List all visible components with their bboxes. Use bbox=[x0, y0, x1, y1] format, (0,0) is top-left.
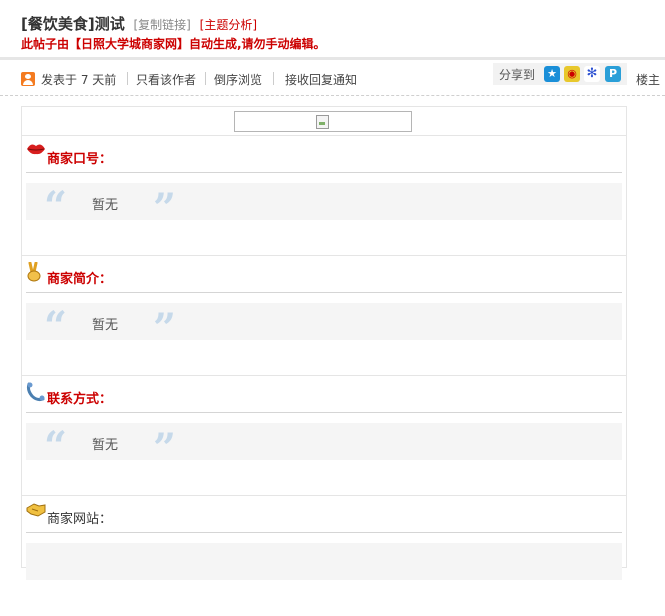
close-quote-icon: ” bbox=[153, 185, 177, 232]
section-rule bbox=[26, 412, 622, 413]
quote-text: 暂无 bbox=[92, 438, 119, 453]
copy-link[interactable]: [复制链接] bbox=[134, 18, 191, 32]
weibo-share-icon[interactable]: ◉ bbox=[564, 66, 580, 82]
floor-label: 楼主 bbox=[636, 73, 661, 87]
close-quote-icon: ” bbox=[153, 305, 177, 352]
section-rule bbox=[26, 172, 622, 173]
baidu-share-icon[interactable]: ✻ bbox=[584, 66, 600, 82]
open-quote-icon: “ bbox=[44, 183, 68, 230]
post-header: [餐饮美食]测试 [复制链接] [主题分析] 此帖子由【日照大学城商家网】自动生… bbox=[0, 0, 665, 57]
post-body: 商家口号： “ 暂无 ” 商家简介： “ 暂无 ” 联系方式： “ 暂无 ” 商… bbox=[21, 106, 627, 580]
reply-notify-link[interactable]: 接收回复通知 bbox=[285, 71, 357, 88]
section-website: 商家网站： bbox=[22, 496, 626, 616]
section-label: 商家口号： bbox=[47, 152, 113, 167]
pengyou-share-icon[interactable]: P bbox=[605, 66, 621, 82]
section-intro: 商家简介： “ 暂无 ” bbox=[22, 256, 626, 376]
victory-hand-icon bbox=[26, 261, 46, 282]
share-bar: 分享到 ★ ◉ ✻ P bbox=[493, 63, 627, 85]
quote-text: 暂无 bbox=[92, 318, 119, 333]
title-row: [餐饮美食]测试 [复制链接] [主题分析] bbox=[21, 13, 257, 34]
close-quote-icon: ” bbox=[153, 425, 177, 472]
separator bbox=[127, 72, 128, 85]
toolbar-divider bbox=[0, 95, 665, 96]
thread-analysis-link[interactable]: [主题分析] bbox=[200, 18, 257, 32]
posted-time: 发表于 7 天前 bbox=[41, 73, 117, 87]
separator bbox=[273, 72, 274, 85]
reverse-order-link[interactable]: 倒序浏览 bbox=[214, 71, 262, 88]
section-rule bbox=[26, 532, 622, 533]
handshake-icon bbox=[26, 502, 46, 520]
author-icon bbox=[21, 72, 35, 86]
author-only-link[interactable]: 只看该作者 bbox=[136, 71, 196, 88]
qzone-share-icon[interactable]: ★ bbox=[544, 66, 560, 82]
thread-title: [餐饮美食]测试 bbox=[21, 15, 125, 33]
quote-text: 暂无 bbox=[92, 198, 119, 213]
section-contact: 联系方式： “ 暂无 ” bbox=[22, 376, 626, 496]
broken-image-placeholder bbox=[234, 111, 412, 132]
open-quote-icon: “ bbox=[44, 303, 68, 350]
quote-box bbox=[26, 543, 622, 580]
section-label: 商家简介： bbox=[47, 272, 113, 287]
section-label: 商家网站： bbox=[47, 512, 113, 527]
share-label: 分享到 bbox=[499, 68, 536, 82]
separator bbox=[205, 72, 206, 85]
open-quote-icon: “ bbox=[44, 423, 68, 470]
quote-box: “ 暂无 ” bbox=[26, 423, 622, 472]
phone-icon bbox=[26, 382, 46, 402]
broken-image-icon bbox=[316, 115, 329, 129]
auto-generated-notice: 此帖子由【日照大学城商家网】自动生成,请勿手动编辑。 bbox=[21, 37, 326, 51]
quote-box: “ 暂无 ” bbox=[26, 303, 622, 352]
lips-icon bbox=[26, 142, 46, 160]
quote-box: “ 暂无 ” bbox=[26, 183, 622, 232]
section-label: 联系方式： bbox=[47, 392, 113, 407]
section-rule bbox=[26, 292, 622, 293]
section-slogan: 商家口号： “ 暂无 ” bbox=[22, 136, 626, 256]
post-toolbar: 发表于 7 天前 只看该作者 倒序浏览 接收回复通知 分享到 ★ ◉ ✻ P 楼… bbox=[0, 60, 665, 96]
